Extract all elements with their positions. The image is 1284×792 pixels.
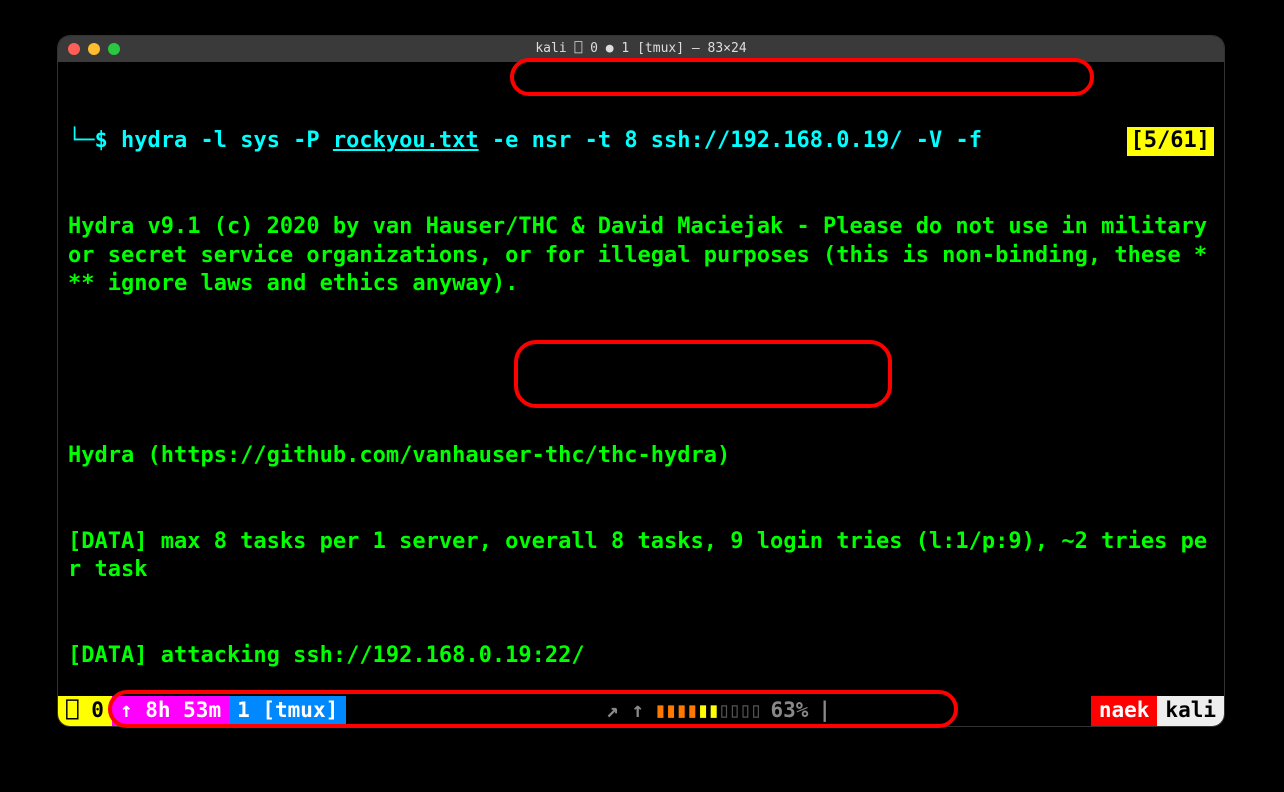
data-line-1: [DATA] attacking ssh://192.168.0.19:22/ [68, 642, 1214, 671]
banner-text: Hydra v9.1 (c) 2020 by van Hauser/THC & … [68, 213, 1214, 299]
status-window[interactable]: 1 [tmux] [229, 696, 346, 726]
terminal-output[interactable]: └─$ hydra -l sys -P rockyou.txt -e nsr -… [58, 62, 1224, 726]
status-host: kali [1157, 696, 1224, 726]
net-arrows-icon: ↗ ↑ [606, 697, 644, 724]
separator: | [818, 697, 831, 724]
status-user: naek [1091, 696, 1158, 726]
link-line: Hydra (https://github.com/vanhauser-thc/… [68, 442, 1214, 471]
tmux-statusbar: ⎕ 0 ↑ 8h 53m 1 [tmux] ↗ ↑ ▮▮▮▮▮▮▯▯▯▯ 63%… [58, 696, 1224, 726]
status-uptime: ↑ 8h 53m [112, 696, 229, 726]
prompt-symbol: └─$ [68, 128, 108, 153]
close-icon[interactable] [68, 43, 80, 55]
window-titlebar: kali ⎕ 0 ● 1 [tmux] — 83×24 [58, 36, 1224, 62]
traffic-lights [68, 43, 120, 55]
prompt-line: └─$ hydra -l sys -P rockyou.txt -e nsr -… [68, 127, 1214, 156]
status-center: ↗ ↑ ▮▮▮▮▮▮▯▯▯▯ 63% | [346, 696, 1091, 726]
window-title: kali ⎕ 0 ● 1 [tmux] — 83×24 [535, 41, 746, 58]
search-counter: [5/61] [1127, 127, 1214, 156]
battery-icon: ▮▮▮▮▮▮▯▯▯▯ [654, 697, 760, 724]
cmd-pre: hydra -l sys -P [121, 128, 333, 153]
zoom-icon[interactable] [108, 43, 120, 55]
cmd-file: rockyou.txt [333, 128, 479, 153]
cmd-post: -e nsr -t 8 ssh://192.168.0.19/ -V -f [479, 128, 982, 153]
data-line-0: [DATA] max 8 tasks per 1 server, overall… [68, 528, 1214, 585]
battery-percent: 63% [770, 697, 808, 724]
terminal-window: kali ⎕ 0 ● 1 [tmux] — 83×24 └─$ hydra -l… [58, 36, 1224, 726]
minimize-icon[interactable] [88, 43, 100, 55]
status-session[interactable]: ⎕ 0 [58, 696, 112, 726]
